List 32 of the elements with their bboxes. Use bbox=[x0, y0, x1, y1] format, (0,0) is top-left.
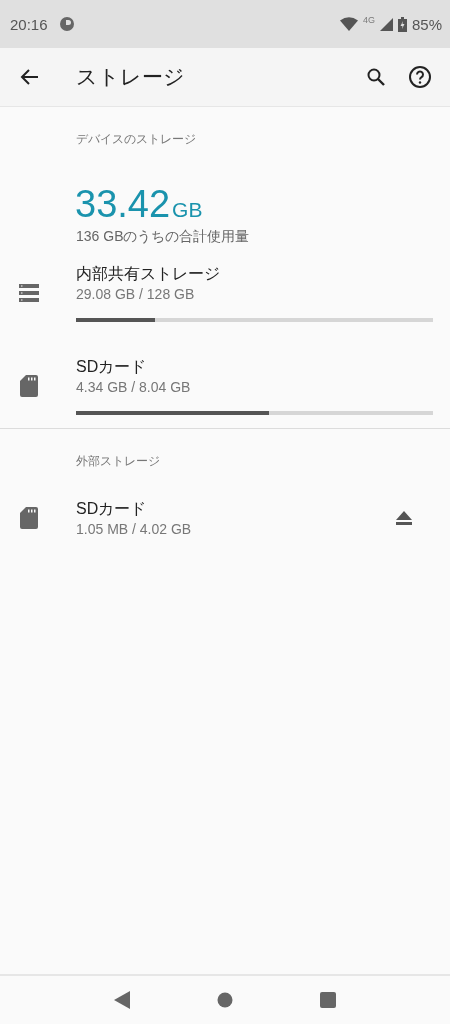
signal-icon bbox=[379, 17, 393, 31]
used-amount: 33.42 bbox=[75, 183, 171, 226]
status-time: 20:16 bbox=[10, 15, 48, 33]
used-caption: 136 GBのうちの合計使用量 bbox=[75, 228, 251, 246]
item-title: SDカード bbox=[76, 356, 148, 377]
item-usage: 29.08 GB / 128 GB bbox=[76, 285, 196, 302]
item-title: SDカード bbox=[76, 499, 148, 519]
item-usage: 1.05 MB / 4.02 GB bbox=[76, 521, 193, 537]
sd-card-icon bbox=[20, 374, 38, 397]
network-type: 4G bbox=[362, 15, 375, 25]
sd-card-icon bbox=[20, 507, 38, 529]
storage-item[interactable]: SDカード 4.34 GB / 8.04 GB bbox=[0, 339, 450, 432]
used-unit: GB bbox=[172, 198, 203, 222]
app-bar-title: ストレージ bbox=[76, 64, 185, 90]
section-header: デバイスのストレージ bbox=[75, 131, 197, 148]
search-icon bbox=[366, 67, 386, 87]
circle-icon bbox=[217, 992, 233, 1008]
battery-level: 85% bbox=[411, 15, 442, 33]
battery-icon bbox=[397, 16, 407, 32]
eject-icon bbox=[396, 511, 412, 525]
notification-icon bbox=[58, 16, 75, 32]
item-title: 内部共有ストレージ bbox=[76, 263, 221, 284]
storage-icon bbox=[19, 283, 39, 302]
back-arrow-icon bbox=[20, 67, 40, 87]
section-header: 外部ストレージ bbox=[75, 453, 161, 470]
triangle-icon bbox=[113, 991, 130, 1009]
help-icon bbox=[408, 65, 432, 89]
storage-item[interactable]: 内部共有ストレージ 29.08 GB / 128 GB bbox=[0, 246, 450, 339]
wifi-icon bbox=[339, 17, 358, 31]
square-icon bbox=[320, 992, 337, 1008]
storage-item[interactable]: SDカード 1.05 MB / 4.02 GB bbox=[0, 483, 450, 553]
item-usage: 4.34 GB / 8.04 GB bbox=[76, 378, 192, 395]
